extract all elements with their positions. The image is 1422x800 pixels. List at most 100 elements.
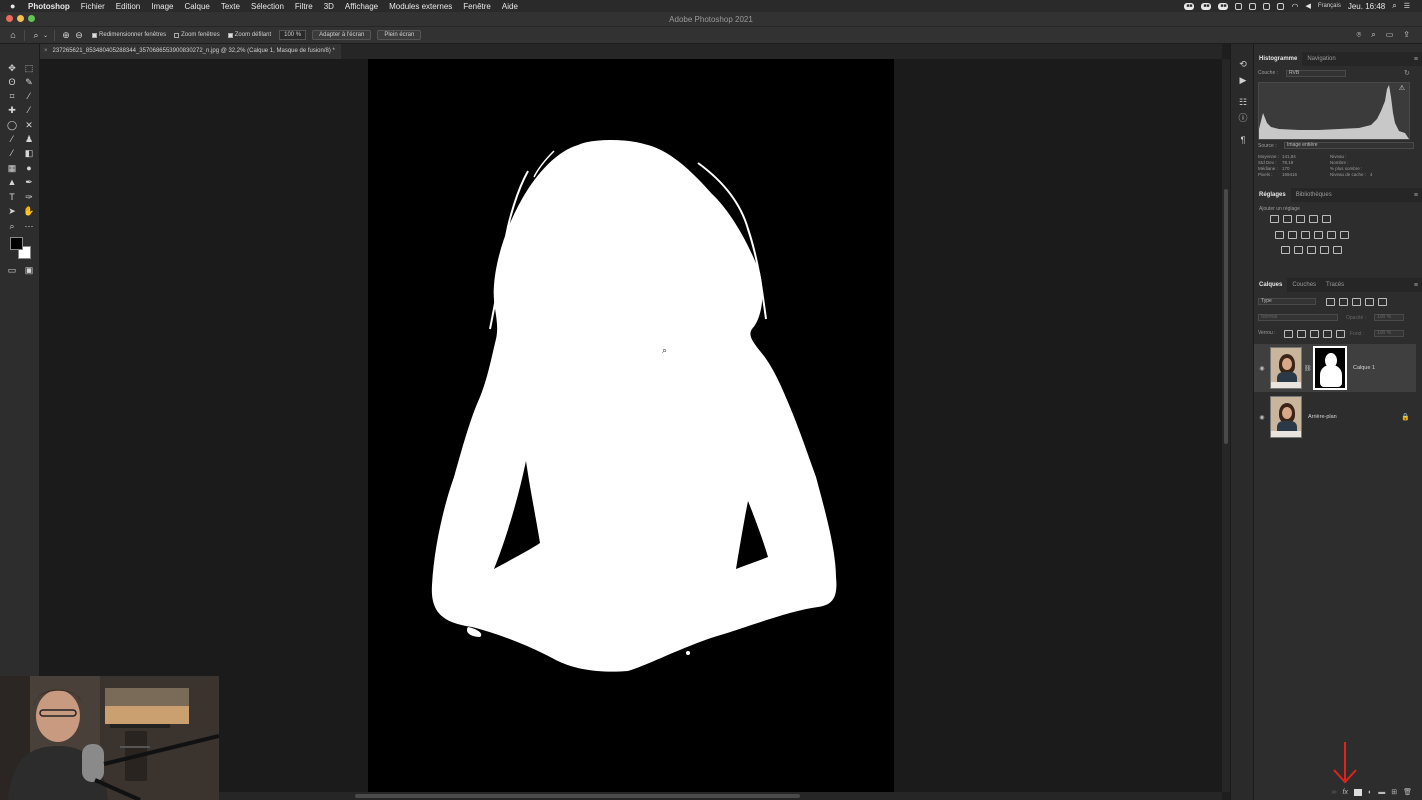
wifi-icon[interactable]: ◠ xyxy=(1291,2,1298,11)
trash-icon[interactable]: 🗑 xyxy=(1403,788,1412,796)
brush-tool-icon[interactable]: ⁄ xyxy=(6,133,18,145)
layer-row-calque-1[interactable]: ◉ ⛓ Calque 1 xyxy=(1254,344,1416,392)
eraser-tool-icon[interactable]: ◧ xyxy=(23,147,35,159)
black-white-icon[interactable] xyxy=(1301,231,1310,239)
redimensionner-checkbox[interactable]: Redimensionner fenêtres xyxy=(92,32,166,38)
refresh-icon[interactable]: ↻ xyxy=(1404,69,1410,77)
zoom-defilant-checkbox[interactable]: Zoom défilant xyxy=(227,32,271,38)
type-filter-icon[interactable] xyxy=(1352,298,1361,306)
adjustment-filter-icon[interactable] xyxy=(1339,298,1348,306)
fx-icon[interactable]: fx xyxy=(1343,789,1348,796)
gradient-map-icon[interactable] xyxy=(1333,246,1342,254)
adjustment-icon[interactable]: ◐ xyxy=(1368,789,1372,796)
panel-menu-icon[interactable]: ≡ xyxy=(1414,282,1418,289)
tab-bibliotheques[interactable]: Bibliothèques xyxy=(1291,188,1337,202)
crop-tool-icon[interactable]: ⌗ xyxy=(6,90,18,102)
menu-3d[interactable]: 3D xyxy=(324,2,334,11)
menu-modules-externes[interactable]: Modules externes xyxy=(389,2,452,11)
exposure-icon[interactable] xyxy=(1309,215,1318,223)
info-panel-icon[interactable]: ⓘ xyxy=(1237,112,1249,124)
status-icon-3[interactable] xyxy=(1263,2,1271,10)
photo-filter-icon[interactable] xyxy=(1314,231,1323,239)
menu-photoshop[interactable]: Photoshop xyxy=(28,2,70,11)
menu-selection[interactable]: Sélection xyxy=(251,2,284,11)
healing-brush-tool-icon[interactable]: ✚ xyxy=(6,104,18,116)
layer-filter-select[interactable]: Type xyxy=(1258,298,1316,305)
tool-preset-chevron-icon[interactable]: ⌄ xyxy=(43,32,48,39)
blur-tool-icon[interactable]: ● xyxy=(23,162,35,174)
dodge-tool-icon[interactable]: ▲ xyxy=(6,176,18,188)
new-layer-icon[interactable]: ⊞ xyxy=(1391,788,1397,796)
smart-object-filter-icon[interactable] xyxy=(1378,298,1387,306)
menu-edition[interactable]: Edition xyxy=(116,2,140,11)
hue-saturation-icon[interactable] xyxy=(1275,231,1284,239)
zoom-tool-icon[interactable]: ⌕ xyxy=(6,220,18,232)
menu-filtre[interactable]: Filtre xyxy=(295,2,313,11)
menu-affichage[interactable]: Affichage xyxy=(345,2,378,11)
vertical-scrollbar[interactable] xyxy=(1222,59,1230,792)
stamp-tool-icon[interactable]: ♟ xyxy=(23,133,35,145)
lock-position-icon[interactable] xyxy=(1310,330,1319,338)
close-tab-icon[interactable]: × xyxy=(44,48,48,54)
lock-pixels-icon[interactable] xyxy=(1297,330,1306,338)
panel-menu-icon[interactable]: ≡ xyxy=(1414,56,1418,63)
invert-icon[interactable] xyxy=(1281,246,1290,254)
visibility-eye-icon[interactable]: ◉ xyxy=(1254,365,1270,372)
clock[interactable]: Jeu. 16:48 xyxy=(1348,2,1385,11)
folder-icon[interactable]: ▬ xyxy=(1378,789,1385,796)
foreground-color-swatch[interactable] xyxy=(10,237,23,250)
eyedropper-tool-icon[interactable]: ⁄ xyxy=(23,90,35,102)
lasso-tool-icon[interactable]: ʘ xyxy=(6,76,18,88)
volume-icon[interactable]: ◀ xyxy=(1305,2,1310,10)
link-icon[interactable]: ∞ xyxy=(1332,789,1337,796)
brightness-contrast-icon[interactable] xyxy=(1270,215,1279,223)
workspace-icon[interactable]: ▭ xyxy=(1386,30,1394,40)
layer-row-arriere-plan[interactable]: ◉ Arrière-plan 🔒 xyxy=(1254,393,1416,441)
fullscreen-window-button[interactable] xyxy=(28,15,35,22)
document-tab[interactable]: × 237265621_853480405288344_3570686553900… xyxy=(40,44,341,59)
minimize-window-button[interactable] xyxy=(17,15,24,22)
history-brush-tool-icon[interactable]: ⁄ xyxy=(6,147,18,159)
menu-fenetre[interactable]: Fenêtre xyxy=(463,2,491,11)
layer-lock-icon[interactable]: 🔒 xyxy=(1401,413,1410,421)
search-icon[interactable]: ⌕ xyxy=(1371,30,1375,40)
direct-selection-tool-icon[interactable]: ➤ xyxy=(6,205,18,217)
selective-color-icon[interactable] xyxy=(1320,246,1329,254)
quick-mask-icon[interactable]: ▭ xyxy=(6,264,18,276)
visibility-eye-icon[interactable]: ◉ xyxy=(1254,414,1270,421)
lock-artboard-icon[interactable] xyxy=(1323,330,1332,338)
vertical-scroll-thumb[interactable] xyxy=(1224,189,1228,444)
status-pill-1[interactable]: ■■ xyxy=(1184,2,1195,10)
status-pill-3[interactable]: ■■ xyxy=(1218,2,1229,10)
tab-calques[interactable]: Calques xyxy=(1254,278,1288,292)
language-label[interactable]: Français xyxy=(1318,3,1341,9)
zoom-out-icon[interactable]: ⊖ xyxy=(74,30,84,40)
blend-mode-select[interactable]: Normal xyxy=(1258,314,1338,321)
menu-fichier[interactable]: Fichier xyxy=(81,2,105,11)
tab-histogramme[interactable]: Histogramme xyxy=(1254,52,1303,66)
character-panel-icon[interactable]: ¶ xyxy=(1237,134,1249,146)
apple-menu-icon[interactable]: ● xyxy=(10,1,20,11)
menu-calque[interactable]: Calque xyxy=(185,2,210,11)
posterize-icon[interactable] xyxy=(1294,246,1303,254)
adapter-ecran-button[interactable]: Adapter à l'écran xyxy=(312,30,372,40)
zoom-value-field[interactable]: 100 % xyxy=(279,30,307,40)
control-center-icon[interactable]: ☰ xyxy=(1404,2,1410,10)
couche-select[interactable]: RVB xyxy=(1286,70,1346,77)
screen-mode-icon[interactable]: ▣ xyxy=(23,264,35,276)
menu-texte[interactable]: Texte xyxy=(221,2,240,11)
gradient-tool-icon[interactable]: ▦ xyxy=(6,162,18,174)
search-icon[interactable]: ⌕ xyxy=(1392,1,1396,11)
layer-mask-thumbnail[interactable] xyxy=(1313,346,1347,390)
status-pill-2[interactable]: ■■ xyxy=(1201,2,1212,10)
path-selection-tool-icon[interactable]: ✑ xyxy=(23,191,35,203)
layer-name[interactable]: Arrière-plan xyxy=(1308,414,1337,420)
panel-menu-icon[interactable]: ≡ xyxy=(1414,192,1418,199)
clone-stamp-tool-icon[interactable]: ◯ xyxy=(6,119,18,131)
share-icon[interactable]: ⌾ xyxy=(1356,30,1361,40)
properties-panel-icon[interactable]: ☷ xyxy=(1237,96,1249,108)
status-icon-2[interactable] xyxy=(1249,2,1257,10)
pixel-filter-icon[interactable] xyxy=(1326,298,1335,306)
move-tool-icon[interactable]: ✥ xyxy=(6,62,18,74)
source-select[interactable]: Image entière xyxy=(1284,142,1414,149)
